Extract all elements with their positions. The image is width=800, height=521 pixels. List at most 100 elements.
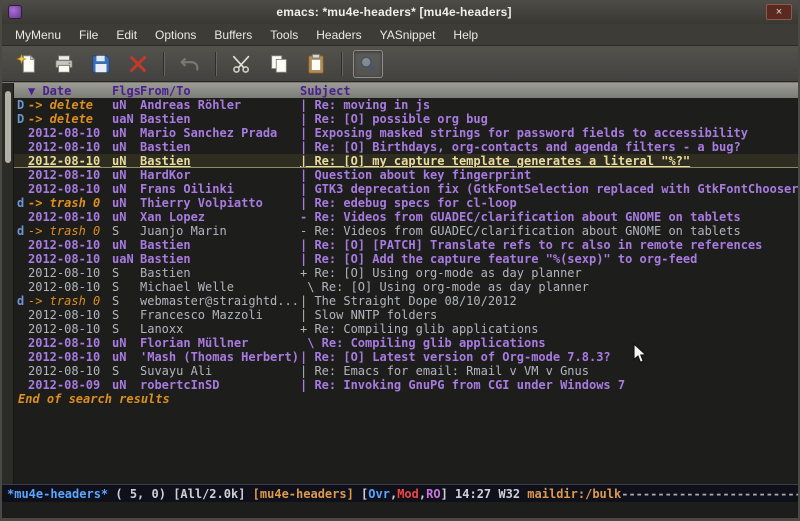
message-row[interactable]: 2012-08-10uNBastien| Re: [O] [PATCH] Tra… — [14, 238, 798, 252]
message-subject: | Re: [O] [PATCH] Translate refs to rc a… — [300, 238, 798, 252]
modeline-segment: maildir:/bulk — [527, 487, 621, 501]
message-row[interactable]: 2012-08-10uNXan Lopez- Re: Videos from G… — [14, 210, 798, 224]
message-marker — [14, 126, 28, 140]
message-from: 'Mash (Thomas Herbert) — [140, 350, 300, 364]
message-row[interactable]: 2012-08-10uNBastien| Re: [O] Birthdays, … — [14, 140, 798, 154]
message-row[interactable]: 2012-08-10SBastien+ Re: [O] Using org-mo… — [14, 266, 798, 280]
modeline-segment: RO — [426, 487, 440, 501]
message-row[interactable]: d-> trash 0uNThierry Volpiatto| Re: edeb… — [14, 196, 798, 210]
message-row[interactable]: 2012-08-10uaNBastien| Re: [O] Add the ca… — [14, 252, 798, 266]
message-marker — [14, 336, 28, 350]
message-marker: D — [14, 98, 28, 112]
copy-icon[interactable] — [264, 50, 294, 78]
message-from: Michael Welle — [140, 280, 300, 294]
modeline-segment: 14:27 — [455, 487, 498, 501]
message-date: -> trash 0 — [28, 196, 112, 210]
menu-item-headers[interactable]: Headers — [307, 25, 370, 45]
message-date: 2012-08-10 — [28, 280, 112, 294]
menu-item-help[interactable]: Help — [444, 25, 487, 45]
message-row[interactable]: d-> trash 0Swebmaster@straightd...| The … — [14, 294, 798, 308]
message-flags: S — [112, 266, 140, 280]
modeline-segment: Ovr — [368, 487, 390, 501]
message-row[interactable]: 2012-08-10SLanoxx+ Re: Compiling glib ap… — [14, 322, 798, 336]
toolbar-separator — [215, 52, 217, 76]
titlebar[interactable]: emacs: *mu4e-headers* [mu4e-headers] × — [2, 0, 798, 24]
message-row[interactable]: d-> trash 0SJuanjo Marin- Re: Videos fro… — [14, 224, 798, 238]
close-buffer-icon[interactable] — [123, 50, 153, 78]
header-line: ▼ Date Flgs From/To Subject — [14, 83, 798, 98]
message-from: Bastien — [140, 112, 300, 126]
message-from: webmaster@straightd... — [140, 294, 300, 308]
message-marker — [14, 252, 28, 266]
message-from: Bastien — [140, 266, 300, 280]
message-date: 2012-08-10 — [28, 126, 112, 140]
modeline-segment: , — [419, 487, 426, 501]
message-marker: D — [14, 112, 28, 126]
message-date: 2012-08-10 — [28, 238, 112, 252]
column-header-flags[interactable]: Flgs — [112, 84, 140, 98]
column-header-subject[interactable]: Subject — [300, 84, 798, 98]
scrollbar[interactable] — [2, 83, 14, 484]
message-row[interactable]: 2012-08-10SSuvayu Ali| Re: Emacs for ema… — [14, 364, 798, 378]
message-flags: uN — [112, 238, 140, 252]
message-date: -> trash 0 — [28, 224, 112, 238]
message-from: Lanoxx — [140, 322, 300, 336]
search-icon[interactable] — [353, 50, 383, 78]
message-row-current[interactable]: 2012-08-10uNBastien| Re: [O] my capture … — [14, 154, 798, 168]
end-of-results: End of search results — [14, 392, 798, 406]
message-from: HardKor — [140, 168, 300, 182]
paste-icon[interactable] — [301, 50, 331, 78]
menu-item-file[interactable]: File — [70, 25, 107, 45]
message-marker — [14, 168, 28, 182]
column-header-from[interactable]: From/To — [140, 84, 300, 98]
message-row[interactable]: 2012-08-10uNFrans Oilinki| GTK3 deprecat… — [14, 182, 798, 196]
menu-item-options[interactable]: Options — [146, 25, 205, 45]
undo-icon — [175, 50, 205, 78]
mu4e-headers-buffer: ▼ Date Flgs From/To Subject D-> deleteuN… — [14, 83, 798, 484]
message-row[interactable]: D-> deleteuaNBastien| Re: [O] possible o… — [14, 112, 798, 126]
message-marker — [14, 238, 28, 252]
modeline-segment: , — [390, 487, 397, 501]
save-icon[interactable] — [86, 50, 116, 78]
message-row[interactable]: 2012-08-09uNrobertcInSD| Re: Invoking Gn… — [14, 378, 798, 392]
modeline: *mu4e-headers* ( 5, 0) [All/2.0k] [mu4e-… — [2, 484, 798, 502]
message-flags: uN — [112, 98, 140, 112]
new-file-icon[interactable] — [12, 50, 42, 78]
message-subject: | Re: [O] Birthdays, org-contacts and ag… — [300, 140, 798, 154]
print-icon[interactable] — [49, 50, 79, 78]
buffer-empty-space — [14, 406, 798, 484]
menu-item-tools[interactable]: Tools — [261, 25, 307, 45]
minibuffer-echo-area[interactable] — [2, 502, 798, 518]
message-marker — [14, 308, 28, 322]
menu-item-edit[interactable]: Edit — [107, 25, 146, 45]
message-row[interactable]: 2012-08-10uNMario Sanchez Prada| Exposin… — [14, 126, 798, 140]
message-subject: | Re: Emacs for email: Rmail v VM v Gnus — [300, 364, 798, 378]
message-date: 2012-08-10 — [28, 308, 112, 322]
message-row[interactable]: 2012-08-10SFrancesco Mazzoli| Slow NNTP … — [14, 308, 798, 322]
message-row[interactable]: 2012-08-10uNFlorian Müllner \ Re: Compil… — [14, 336, 798, 350]
window-close-button[interactable]: × — [766, 4, 792, 20]
menu-item-mymenu[interactable]: MyMenu — [6, 25, 70, 45]
message-row[interactable]: 2012-08-10SMichael Welle \ Re: [O] Using… — [14, 280, 798, 294]
message-flags: S — [112, 308, 140, 322]
message-subject: | The Straight Dope 08/10/2012 — [300, 294, 798, 308]
message-date: 2012-08-10 — [28, 210, 112, 224]
message-row[interactable]: D-> deleteuNAndreas Röhler| Re: moving i… — [14, 98, 798, 112]
modeline-segment: [ — [361, 487, 368, 501]
message-flags: uaN — [112, 112, 140, 126]
menu-item-yasnippet[interactable]: YASnippet — [371, 25, 445, 45]
message-marker: d — [14, 224, 28, 238]
message-row[interactable]: 2012-08-10uN'Mash (Thomas Herbert)| Re: … — [14, 350, 798, 364]
column-header-date[interactable]: ▼ Date — [28, 84, 112, 98]
message-subject: | Exposing masked strings for password f… — [300, 126, 798, 140]
cut-icon[interactable] — [227, 50, 257, 78]
modeline-segment: [All/2.0k] — [173, 487, 252, 501]
menu-item-buffers[interactable]: Buffers — [205, 25, 261, 45]
message-flags: uN — [112, 196, 140, 210]
message-subject: + Re: [O] Using org-mode as day planner — [300, 266, 798, 280]
scrollbar-thumb[interactable] — [5, 91, 11, 163]
message-row[interactable]: 2012-08-10uNHardKor| Question about key … — [14, 168, 798, 182]
message-date: 2012-08-10 — [28, 140, 112, 154]
message-from: Bastien — [140, 154, 300, 167]
message-date: 2012-08-10 — [28, 154, 112, 167]
